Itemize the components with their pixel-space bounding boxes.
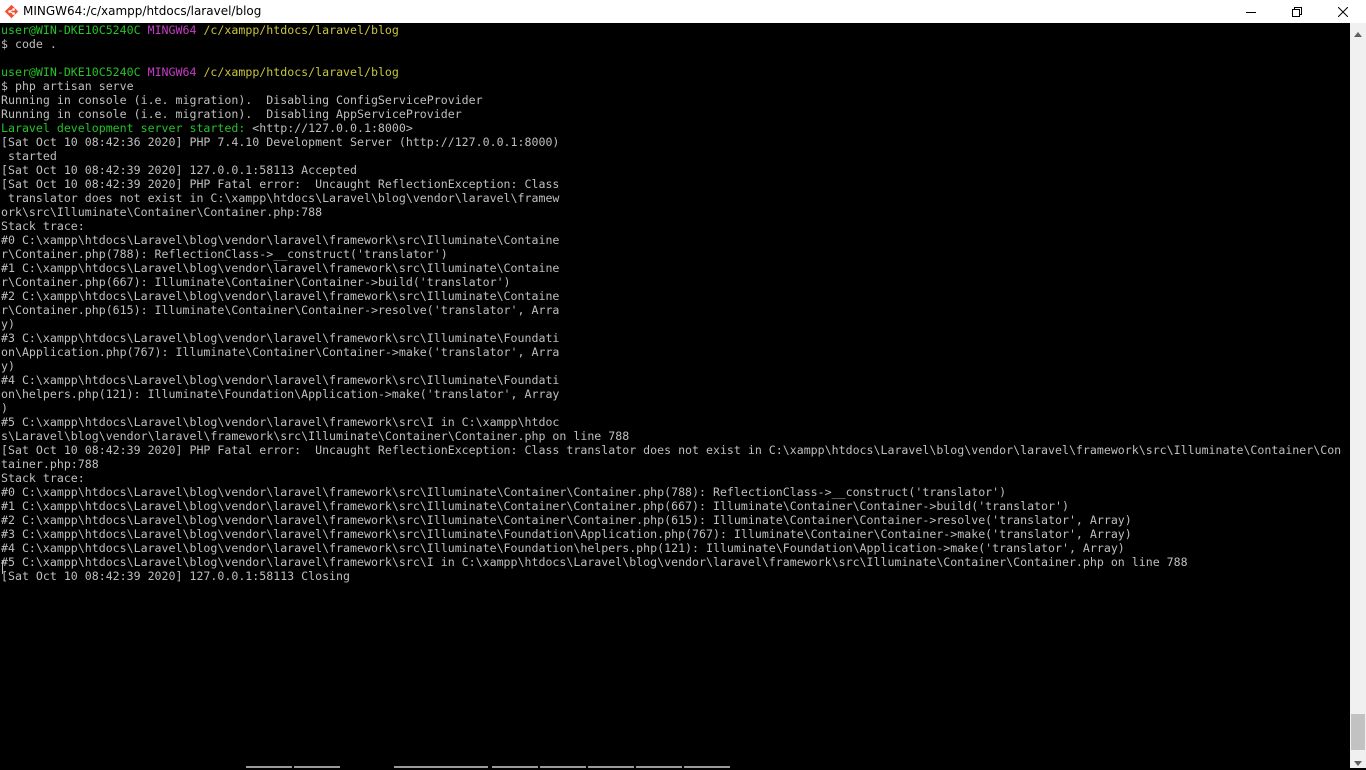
console-text: user@WIN-DKE10C5240C MINGW64 /c/xampp/ht…: [0, 23, 1350, 583]
prompt-msystem: MINGW64: [147, 65, 197, 79]
minimize-button[interactable]: [1228, 0, 1274, 23]
minimize-icon: [1246, 7, 1256, 17]
server-started-label: Laravel development server started:: [1, 121, 246, 135]
server-url: <http://127.0.0.1:8000>: [245, 121, 413, 135]
command-line: $ code .: [1, 37, 57, 51]
text-cursor: [2, 561, 3, 574]
command-line: $ php artisan serve: [1, 79, 134, 93]
terminal-output[interactable]: user@WIN-DKE10C5240C MINGW64 /c/xampp/ht…: [0, 23, 1350, 768]
maximize-button[interactable]: [1274, 0, 1320, 23]
scroll-up-button[interactable]: [1350, 23, 1366, 39]
title-bar[interactable]: MINGW64:/c/xampp/htdocs/laravel/blog: [0, 0, 1366, 23]
arrow-up-icon: [1354, 22, 1362, 41]
close-button[interactable]: [1320, 0, 1366, 23]
prompt-msystem: MINGW64: [147, 23, 197, 37]
console-output: Running in console (i.e. migration). Dis…: [1, 93, 483, 121]
prompt-path: /c/xampp/htdocs/laravel/blog: [203, 23, 399, 37]
window-title: MINGW64:/c/xampp/htdocs/laravel/blog: [23, 4, 262, 18]
prompt-user: user@WIN-DKE10C5240C: [1, 23, 141, 37]
prompt-user: user@WIN-DKE10C5240C: [1, 65, 141, 79]
git-bash-icon[interactable]: [4, 4, 19, 19]
prompt-path: /c/xampp/htdocs/laravel/blog: [203, 65, 399, 79]
close-icon: [1338, 6, 1348, 17]
arrow-down-icon: [1354, 751, 1362, 770]
server-log: [Sat Oct 10 08:42:36 2020] PHP 7.4.10 De…: [1, 135, 1342, 583]
scrollbar-thumb[interactable]: [1351, 714, 1365, 750]
vertical-scrollbar[interactable]: [1350, 23, 1366, 768]
maximize-icon: [1292, 6, 1302, 17]
scroll-down-button[interactable]: [1350, 752, 1366, 768]
